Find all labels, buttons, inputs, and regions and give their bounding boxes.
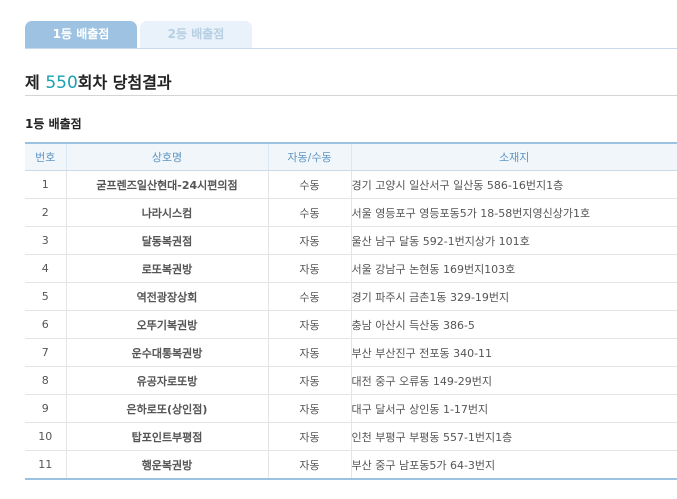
page-title: 제 550회차 당첨결과 (25, 69, 172, 93)
table-row: 7 운수대통복권방 자동 부산 부산진구 전포동 340-11 (25, 338, 677, 367)
table-row: 2 나라시스컴 수동 서울 영등포구 영등포동5가 18-58번지영신상가1호 (25, 198, 677, 227)
row-number: 9 (25, 394, 66, 423)
store-name: 탑포인트부평점 (65, 422, 268, 451)
selection-type: 자동 (267, 338, 351, 367)
store-address: 경기 고양시 일산서구 일산동 586-16번지1층 (350, 170, 677, 199)
tab-second-prize-stores[interactable]: 2등 배출점 (140, 21, 252, 48)
table-row: 9 은하로또(상인점) 자동 대구 달서구 상인동 1-17번지 (25, 394, 677, 423)
store-address: 서울 영등포구 영등포동5가 18-58번지영신상가1호 (350, 198, 677, 227)
title-divider (25, 95, 677, 96)
table-header-row: 번호 상호명 자동/수동 소재지 (25, 143, 677, 171)
header-location: 소재지 (350, 143, 677, 171)
store-address: 인천 부평구 부평동 557-1번지1층 (350, 422, 677, 451)
title-suffix: 회차 당첨결과 (77, 73, 172, 92)
store-name: 행운복권방 (65, 450, 268, 480)
store-address: 충남 아산시 득산동 386-5 (350, 310, 677, 339)
header-number: 번호 (25, 143, 66, 171)
round-number: 550 (45, 73, 78, 93)
selection-type: 수동 (267, 198, 351, 227)
store-address: 부산 중구 남포동5가 64-3번지 (350, 450, 677, 480)
selection-type: 자동 (267, 394, 351, 423)
store-address: 경기 파주시 금촌1동 329-19번지 (350, 282, 677, 311)
store-address: 부산 부산진구 전포동 340-11 (350, 338, 677, 367)
row-number: 10 (25, 422, 66, 451)
result-tabs: 1등 배출점 2등 배출점 (25, 21, 677, 49)
table-row: 6 오뚜기복권방 자동 충남 아산시 득산동 386-5 (25, 310, 677, 339)
store-name: 나라시스컴 (65, 198, 268, 227)
row-number: 8 (25, 366, 66, 395)
table-row: 1 굳프렌즈일산현대-24시편의점 수동 경기 고양시 일산서구 일산동 586-16… (25, 170, 677, 199)
store-name: 운수대통복권방 (65, 338, 268, 367)
row-number: 5 (25, 282, 66, 311)
row-number: 3 (25, 226, 66, 255)
table-row: 11 행운복권방 자동 부산 중구 남포동5가 64-3번지 (25, 450, 677, 480)
selection-type: 자동 (267, 310, 351, 339)
store-address: 서울 강남구 논현동 169번지103호 (350, 254, 677, 283)
section-title: 1등 배출점 (25, 117, 82, 131)
row-number: 11 (25, 450, 66, 480)
store-name: 역전광장상회 (65, 282, 268, 311)
selection-type: 자동 (267, 226, 351, 255)
selection-type: 자동 (267, 450, 351, 480)
table-row: 5 역전광장상회 수동 경기 파주시 금촌1동 329-19번지 (25, 282, 677, 311)
store-address: 울산 남구 달동 592-1번지상가 101호 (350, 226, 677, 255)
store-name: 달동복권점 (65, 226, 268, 255)
row-number: 6 (25, 310, 66, 339)
store-address: 대전 중구 오류동 149-29번지 (350, 366, 677, 395)
table-row: 3 달동복권점 자동 울산 남구 달동 592-1번지상가 101호 (25, 226, 677, 255)
selection-type: 자동 (267, 366, 351, 395)
store-address: 대구 달서구 상인동 1-17번지 (350, 394, 677, 423)
table-row: 10 탑포인트부평점 자동 인천 부평구 부평동 557-1번지1층 (25, 422, 677, 451)
row-number: 2 (25, 198, 66, 227)
table-row: 8 유공자로또방 자동 대전 중구 오류동 149-29번지 (25, 366, 677, 395)
title-prefix: 제 (25, 73, 40, 92)
selection-type: 자동 (267, 254, 351, 283)
table-row: 4 로또복권방 자동 서울 강남구 논현동 169번지103호 (25, 254, 677, 283)
winning-stores-table: 번호 상호명 자동/수동 소재지 1 굳프렌즈일산현대-24시편의점 수동 경기 고양… (25, 142, 677, 480)
header-auto-manual: 자동/수동 (267, 143, 351, 171)
tab-first-prize-stores[interactable]: 1등 배출점 (25, 21, 137, 48)
row-number: 4 (25, 254, 66, 283)
store-name: 은하로또(상인점) (65, 394, 268, 423)
selection-type: 수동 (267, 282, 351, 311)
selection-type: 수동 (267, 170, 351, 199)
store-name: 유공자로또방 (65, 366, 268, 395)
selection-type: 자동 (267, 422, 351, 451)
store-name: 오뚜기복권방 (65, 310, 268, 339)
header-store-name: 상호명 (65, 143, 268, 171)
row-number: 7 (25, 338, 66, 367)
store-name: 로또복권방 (65, 254, 268, 283)
row-number: 1 (25, 170, 66, 199)
store-name: 굳프렌즈일산현대-24시편의점 (65, 170, 268, 199)
